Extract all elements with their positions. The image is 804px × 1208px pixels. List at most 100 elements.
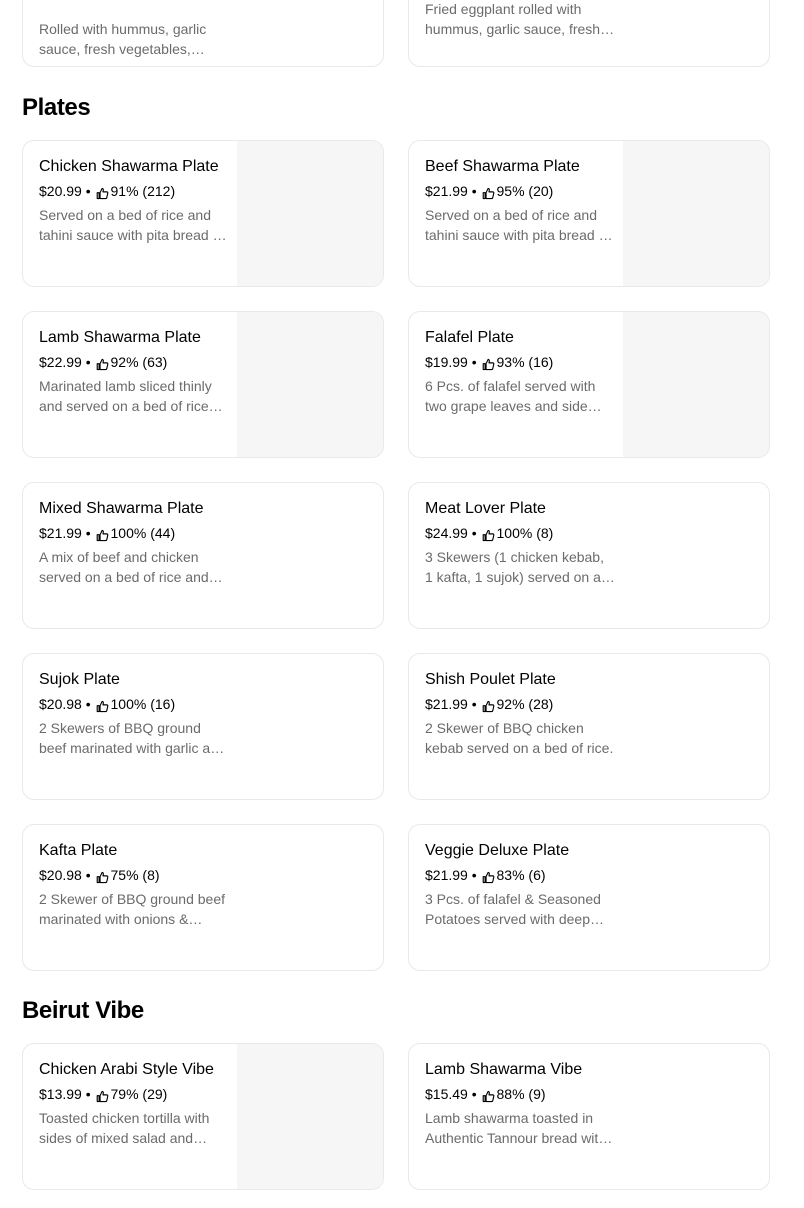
menu-item-card[interactable]: Chicken Arabi Style Vibe $13.99 • 79% (29…: [22, 1043, 384, 1190]
menu-item-info: Lamb Shawarma Vibe $15.49 • 88% (9) Lamb s…: [425, 1060, 615, 1148]
menu-item-info: Beef Shawarma Plate $21.99 • 95% (20) Serv…: [425, 157, 615, 245]
item-description: Toasted chicken tortilla with sides of m…: [39, 1110, 210, 1146]
meta-separator: •: [81, 525, 95, 541]
menu-item-card[interactable]: Kafta Plate $20.98 • 75% (8) 2 Skewer of B…: [22, 824, 384, 971]
item-description: 3 Pcs. of falafel & Seasoned Potatoes se…: [425, 891, 601, 927]
item-description: 6 Pcs. of falafel served with two grape …: [425, 378, 596, 414]
item-description: A mix of beef and chicken served on a be…: [39, 549, 209, 585]
item-description: 2 Skewers of BBQ ground beef marinated w…: [39, 720, 226, 756]
item-name: Kafta Plate: [39, 842, 118, 859]
item-price: $15.49: [425, 1086, 468, 1102]
thumbs-up-icon: [96, 698, 109, 712]
item-image: [623, 141, 769, 286]
item-name: Chicken Arabi Style Vibe: [39, 1061, 214, 1078]
menu-item-card[interactable]: Lamb Shawarma Plate $22.99 • 92% (63) Mari…: [22, 311, 384, 458]
section-title-beirut-vibe: Beirut Vibe: [22, 997, 144, 1024]
menu-item-info: Sujok Plate $20.98 • 100% (16) 2 Skewers o…: [39, 670, 229, 758]
item-rating: 95% (20): [496, 183, 554, 199]
menu-item-card[interactable]: Beef Shawarma Plate $21.99 • 95% (20) Serv…: [408, 140, 770, 287]
menu-item-info: Meat Lover Plate $24.99 • 100% (8) 3 Skewe…: [425, 499, 615, 587]
meta-separator: •: [81, 183, 95, 199]
menu-item-info: Chicken Arabi Style Vibe $13.99 • 79% (29…: [39, 1060, 229, 1148]
item-description: Rolled with hummus, garlic sauce, fresh …: [39, 21, 207, 57]
item-name: Lamb Shawarma Plate: [39, 329, 201, 346]
item-price: $19.99: [425, 354, 468, 370]
menu-item-card[interactable]: Shish Poulet Plate $21.99 • 92% (28) 2 Ske…: [408, 653, 770, 800]
thumbs-up-icon: [482, 356, 495, 370]
item-price-rating: $22.99 • 92% (63): [39, 352, 229, 372]
item-description: Served on a bed of rice and tahini sauce…: [425, 207, 615, 243]
thumbs-up-icon: [482, 698, 495, 712]
item-rating: 93% (16): [496, 354, 554, 370]
item-description: Lamb shawarma toasted in Authentic Tanno…: [425, 1110, 607, 1146]
item-price-rating: $21.99 • 83% (6): [425, 865, 615, 885]
item-price-rating: $20.98 • 75% (8): [39, 865, 229, 885]
thumbs-up-icon: [482, 869, 495, 883]
menu-item-card[interactable]: Sujok Plate $20.98 • 100% (16) 2 Skewers o…: [22, 653, 384, 800]
item-rating: 92% (63): [110, 354, 168, 370]
item-rating: 91% (212): [110, 183, 176, 199]
item-price-rating: $15.49 • 88% (9): [425, 1084, 615, 1104]
menu-item-info: Shish Poulet Plate $21.99 • 92% (28) 2 Ske…: [425, 670, 615, 758]
thumbs-up-icon: [96, 527, 109, 541]
item-price: $20.98: [39, 867, 82, 883]
item-price: $22.99: [39, 354, 82, 370]
menu-item-card[interactable]: Lamb Shawarma Vibe $15.49 • 88% (9) Lamb s…: [408, 1043, 770, 1190]
item-description: Served on a bed of rice and tahini sauce…: [39, 207, 229, 243]
item-description: 3 Skewers (1 chicken kebab, 1 kafta, 1 s…: [425, 549, 604, 585]
thumbs-up-icon: [96, 185, 109, 199]
menu-item-info: Lamb Shawarma Plate $22.99 • 92% (63) Mari…: [39, 328, 229, 416]
item-price: $21.99: [425, 867, 468, 883]
menu-item-card[interactable]: Fried eggplant rolled with hummus, garli…: [408, 0, 770, 67]
meta-separator: •: [467, 525, 481, 541]
item-price-rating: $21.99 • 92% (28): [425, 694, 615, 714]
item-price-rating: $21.99 • 95% (20): [425, 181, 615, 201]
menu-item-card[interactable]: Falafel Plate $19.99 • 93% (16) 6 Pcs. of …: [408, 311, 770, 458]
item-price: $21.99: [425, 696, 468, 712]
item-price-rating: $20.98 • 100% (16): [39, 694, 229, 714]
item-name: Sujok Plate: [39, 671, 120, 688]
thumbs-up-icon: [96, 1088, 109, 1102]
meta-separator: •: [467, 867, 481, 883]
menu-item-card[interactable]: Rolled with hummus, garlic sauce, fresh …: [22, 0, 384, 67]
menu-item-card[interactable]: Meat Lover Plate $24.99 • 100% (8) 3 Skewe…: [408, 482, 770, 629]
thumbs-up-icon: [482, 185, 495, 199]
item-description: 2 Skewer of BBQ chicken kebab served on …: [425, 720, 614, 756]
item-price-rating: $19.99 • 93% (16): [425, 352, 615, 372]
meta-separator: •: [81, 1086, 95, 1102]
item-name: Meat Lover Plate: [425, 500, 546, 517]
thumbs-up-icon: [96, 356, 109, 370]
item-description: Fried eggplant rolled with hummus, garli…: [425, 1, 601, 37]
item-rating: 100% (44): [110, 525, 176, 541]
item-rating: 100% (8): [496, 525, 554, 541]
meta-separator: •: [467, 354, 481, 370]
menu-item-info: Falafel Plate $19.99 • 93% (16) 6 Pcs. of …: [425, 328, 615, 416]
thumbs-up-icon: [482, 527, 495, 541]
item-name: Lamb Shawarma Vibe: [425, 1061, 583, 1078]
item-price-rating: $21.99 • 100% (44): [39, 523, 229, 543]
item-price: $24.99: [425, 525, 468, 541]
item-name: Falafel Plate: [425, 329, 514, 346]
item-name: Shish Poulet Plate: [425, 671, 556, 688]
item-image: [237, 141, 383, 286]
menu-item-card[interactable]: Mixed Shawarma Plate $21.99 • 100% (44) A …: [22, 482, 384, 629]
item-name: Veggie Deluxe Plate: [425, 842, 570, 859]
meta-separator: •: [467, 1086, 481, 1102]
meta-separator: •: [467, 696, 481, 712]
item-price: $20.99: [39, 183, 82, 199]
menu-item-card[interactable]: Chicken Shawarma Plate $20.99 • 91% (212)…: [22, 140, 384, 287]
item-rating: 79% (29): [110, 1086, 168, 1102]
item-rating: 83% (6): [496, 867, 546, 883]
item-rating: 100% (16): [110, 696, 176, 712]
menu-item-card[interactable]: Veggie Deluxe Plate $21.99 • 83% (6) 3 Pcs…: [408, 824, 770, 971]
item-price: $21.99: [425, 183, 468, 199]
menu-item-info: Mixed Shawarma Plate $21.99 • 100% (44) A …: [39, 499, 229, 587]
item-image: [623, 312, 769, 457]
item-image: [237, 1044, 383, 1189]
item-price-rating: $24.99 • 100% (8): [425, 523, 615, 543]
thumbs-up-icon: [96, 869, 109, 883]
meta-separator: •: [467, 183, 481, 199]
menu-item-info: Kafta Plate $20.98 • 75% (8) 2 Skewer of B…: [39, 841, 229, 929]
thumbs-up-icon: [482, 1088, 495, 1102]
item-name: Mixed Shawarma Plate: [39, 500, 204, 517]
